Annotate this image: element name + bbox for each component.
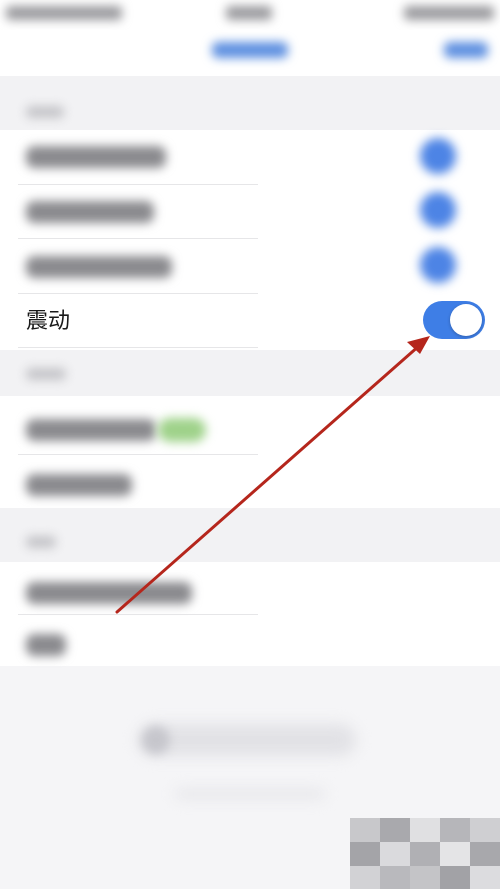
settings-row-toggle-2[interactable] (420, 192, 456, 228)
status-carrier (6, 6, 122, 20)
settings-row-label-7 (26, 634, 66, 656)
vibration-label: 震动 (26, 309, 71, 334)
watermark-cell (380, 842, 410, 866)
watermark (350, 818, 500, 889)
settings-row-label-4 (26, 419, 156, 441)
nav-title-tab[interactable] (212, 42, 288, 58)
watermark-cell (380, 866, 410, 889)
watermark-cell (470, 866, 500, 889)
settings-row-label-5 (26, 474, 132, 496)
bottom-action-icon (142, 726, 170, 754)
row-divider (18, 293, 258, 294)
watermark-cell (410, 866, 440, 889)
row-divider (18, 614, 258, 615)
section-header (26, 106, 64, 118)
toggle-knob (450, 304, 482, 336)
section-gap (0, 508, 500, 562)
section-header (26, 536, 56, 548)
watermark-cell (410, 818, 440, 842)
vibration-toggle[interactable] (423, 301, 485, 339)
nav-right-action[interactable] (444, 42, 488, 58)
new-badge (158, 418, 206, 442)
watermark-cell (350, 818, 380, 842)
settings-row-label-3 (26, 256, 172, 278)
watermark-cell (470, 818, 500, 842)
settings-row-toggle-1[interactable] (420, 138, 456, 174)
status-time (226, 6, 272, 20)
nav-bar (0, 30, 500, 76)
watermark-cell (440, 866, 470, 889)
row-divider (18, 184, 258, 185)
watermark-cell (470, 842, 500, 866)
settings-row-label-2 (26, 201, 154, 223)
status-bar (0, 0, 500, 30)
row-divider (18, 454, 258, 455)
settings-row-label-1 (26, 146, 166, 168)
status-battery-icon (404, 6, 494, 20)
watermark-cell (350, 866, 380, 889)
watermark-cell (440, 842, 470, 866)
section-gap (0, 76, 500, 130)
row-divider (18, 238, 258, 239)
section-gap (0, 350, 500, 396)
watermark-cell (410, 842, 440, 866)
settings-row-toggle-3[interactable] (420, 247, 456, 283)
settings-row-label-6 (26, 582, 192, 604)
section-header (26, 368, 66, 380)
row-divider (18, 347, 258, 348)
watermark-cell (380, 818, 410, 842)
bottom-action-pill[interactable] (138, 724, 356, 756)
watermark-cell (440, 818, 470, 842)
bottom-caption (175, 789, 325, 799)
watermark-cell (350, 842, 380, 866)
